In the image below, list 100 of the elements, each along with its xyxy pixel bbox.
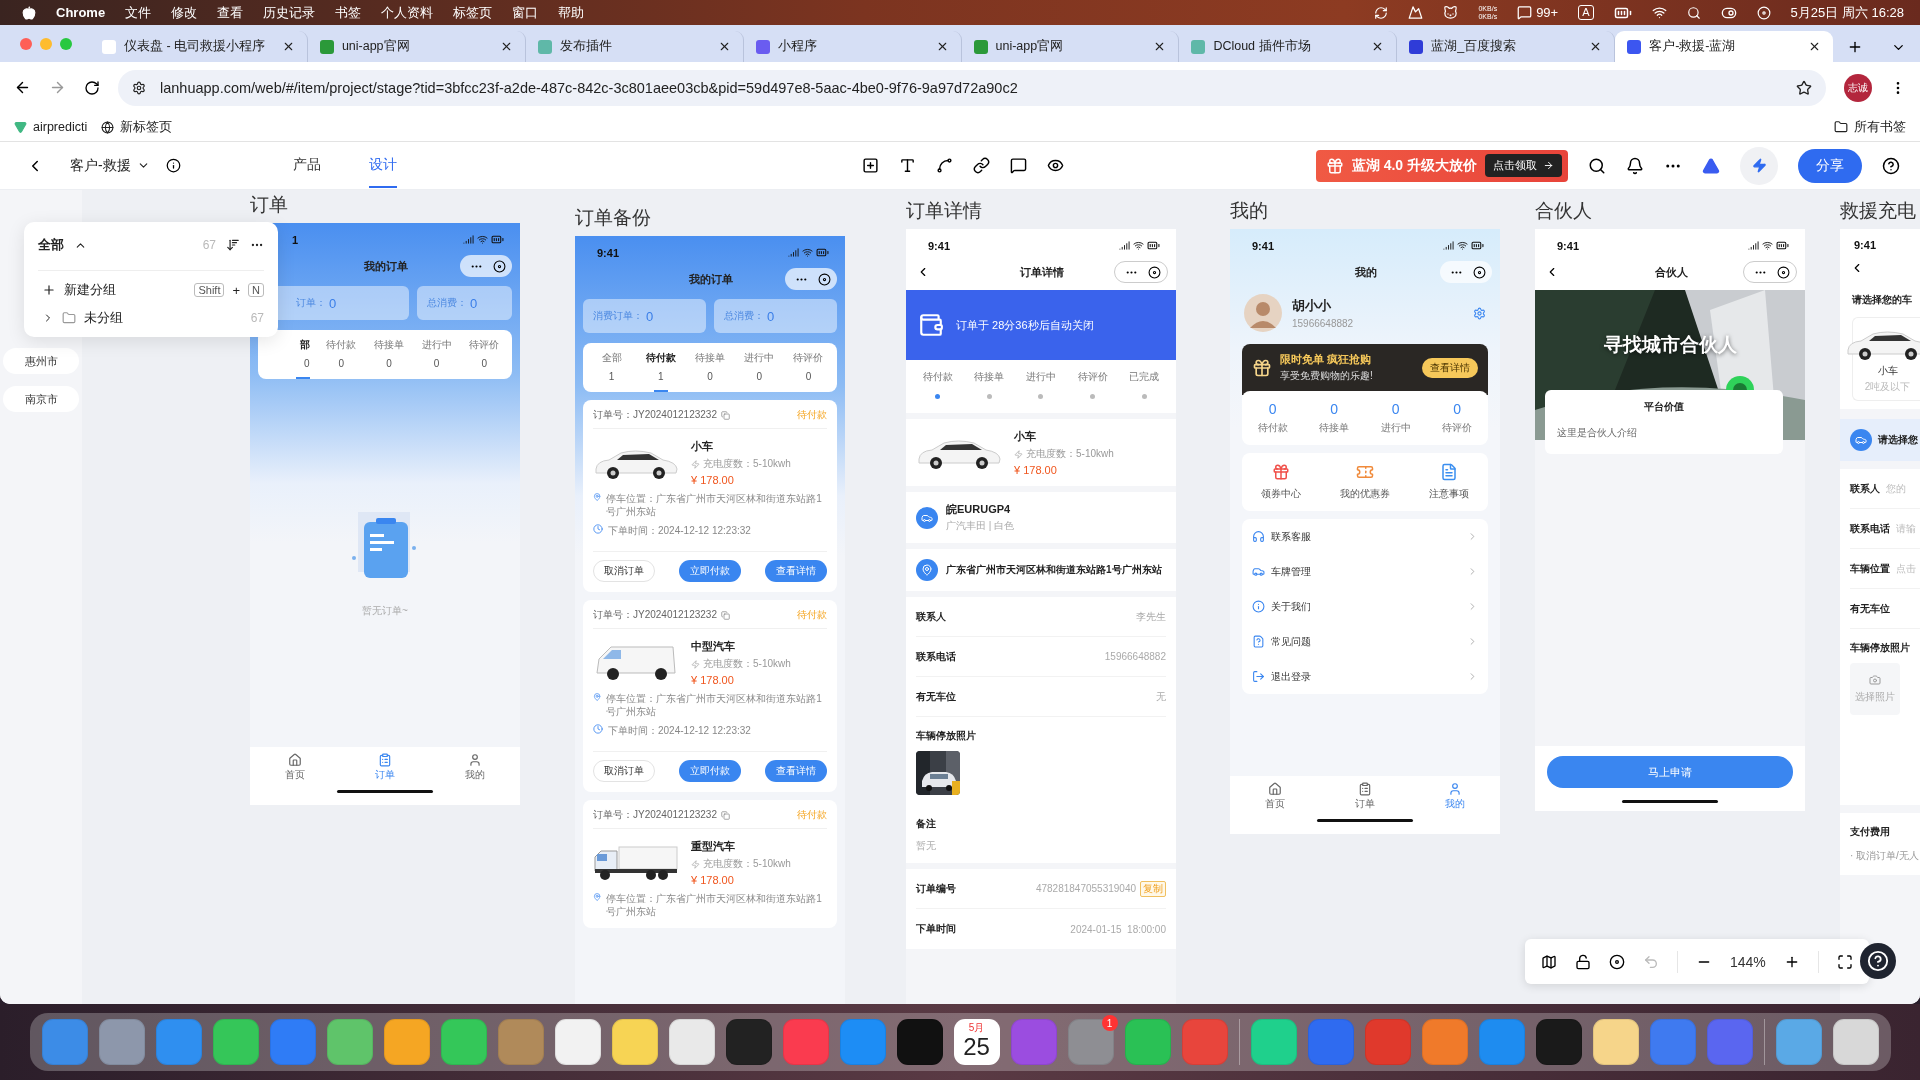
details-button[interactable]: 查看详情 xyxy=(1422,357,1478,378)
menu-item[interactable]: 修改 xyxy=(171,3,198,22)
capsule-menu[interactable] xyxy=(1440,261,1492,283)
back-icon[interactable] xyxy=(14,79,31,96)
order-action-button[interactable]: 取消订单 xyxy=(593,560,655,582)
order-action-button[interactable]: 立即付款 xyxy=(679,760,741,782)
menu-item[interactable]: 关于我们 xyxy=(1252,589,1478,624)
vehicle-select[interactable]: 请选择您 xyxy=(1840,419,1920,461)
app-icon[interactable] xyxy=(1832,1019,1879,1065)
menu-item[interactable]: 个人资料 xyxy=(381,3,434,22)
share-button[interactable]: 分享 xyxy=(1798,148,1862,183)
menu-item[interactable]: 常见问题 xyxy=(1252,624,1478,659)
unlock-icon[interactable] xyxy=(1575,953,1591,970)
apply-button[interactable]: 马上申请 xyxy=(1547,756,1793,788)
order-tab[interactable]: 待评价 0 xyxy=(783,351,833,392)
capsule-menu[interactable] xyxy=(785,268,837,290)
menu-item[interactable]: 退出登录 xyxy=(1252,659,1478,694)
input-field[interactable]: 请输 xyxy=(1896,523,1920,534)
artboard-title[interactable]: 我的 xyxy=(1230,199,1500,223)
menu-item[interactable]: 窗口 xyxy=(512,3,539,22)
help-icon[interactable] xyxy=(1882,156,1900,175)
new-group-item[interactable]: 新建分组 Shift + N xyxy=(38,271,264,299)
app-icon[interactable] xyxy=(725,1019,772,1065)
menu-item[interactable]: 文件 xyxy=(125,3,152,22)
sort-icon[interactable] xyxy=(226,238,240,252)
comment-icon[interactable] xyxy=(1010,157,1027,174)
calendar-icon[interactable]: 5月 25 xyxy=(953,1019,1000,1065)
search-icon[interactable] xyxy=(1588,156,1606,175)
city-chip[interactable]: 南京市 xyxy=(3,386,79,412)
menu-item[interactable]: 查看 xyxy=(217,3,244,22)
capsule-menu[interactable] xyxy=(1114,261,1168,283)
bookmark[interactable]: airpredicti xyxy=(14,120,88,134)
app-icon[interactable] xyxy=(554,1019,601,1065)
curve-tool-icon[interactable] xyxy=(936,157,953,174)
shortcut-item[interactable]: 注意事项 xyxy=(1428,463,1469,501)
app-icon[interactable] xyxy=(611,1019,658,1065)
new-tab-icon[interactable] xyxy=(1847,39,1863,55)
order-tab[interactable]: 待接单 0 xyxy=(365,338,413,379)
menu-item[interactable]: 历史记录 xyxy=(263,3,316,22)
browser-tab[interactable]: 客户-救援-蓝湖 xyxy=(1615,31,1833,62)
order-action-button[interactable]: 查看详情 xyxy=(765,560,827,582)
project-selector[interactable]: 客户-救援 xyxy=(70,156,150,175)
app-icon[interactable] xyxy=(1250,1019,1297,1065)
order-action-button[interactable]: 查看详情 xyxy=(765,760,827,782)
artboard-title[interactable]: 订单 xyxy=(250,193,520,217)
order-action-button[interactable]: 立即付款 xyxy=(679,560,741,582)
capsule-menu[interactable] xyxy=(1743,261,1797,283)
menu-item[interactable]: 联系客服 xyxy=(1252,519,1478,554)
app-icon[interactable] xyxy=(896,1019,943,1065)
tab-bar-item[interactable]: 我的 xyxy=(1445,782,1465,811)
order-action-button[interactable]: 取消订单 xyxy=(593,760,655,782)
notification-icon[interactable] xyxy=(1626,156,1644,175)
bookmark[interactable]: 新标签页 xyxy=(101,118,173,136)
text-tool-icon[interactable] xyxy=(899,157,916,174)
lightning-button[interactable] xyxy=(1740,146,1778,185)
preview-icon[interactable] xyxy=(1047,157,1064,174)
tab-bar-item[interactable]: 我的 xyxy=(465,753,485,782)
input-field[interactable]: 您的 xyxy=(1886,483,1914,494)
app-icon[interactable] xyxy=(1535,1019,1582,1065)
artboard-title[interactable]: 订单详情 xyxy=(906,199,1176,223)
menu-item[interactable]: Chrome xyxy=(56,5,106,20)
app-icon[interactable] xyxy=(1592,1019,1639,1065)
menu-item[interactable]: 书签 xyxy=(335,3,362,22)
city-chip[interactable]: 惠州市 xyxy=(3,348,79,374)
order-tab[interactable]: 待付款 0 xyxy=(317,338,366,379)
tab-bar-item[interactable]: 首页 xyxy=(1265,782,1285,811)
order-tab[interactable]: 待评价 0 xyxy=(460,338,508,379)
nav-tab[interactable]: 设计 xyxy=(368,143,397,188)
forward-icon[interactable] xyxy=(49,79,66,96)
all-bookmarks[interactable]: 所有书签 xyxy=(1834,118,1906,136)
close-icon[interactable] xyxy=(1808,40,1821,53)
link-icon[interactable] xyxy=(973,157,990,174)
shortcut-item[interactable]: 我的优惠券 xyxy=(1340,463,1390,501)
siri-icon[interactable] xyxy=(1756,5,1771,20)
menu-item[interactable]: 标签页 xyxy=(453,3,493,22)
apple-icon[interactable] xyxy=(22,5,36,20)
app-icon[interactable] xyxy=(383,1019,430,1065)
order-tab[interactable]: 进行中 0 xyxy=(734,351,784,392)
shortcut-item[interactable]: 领券中心 xyxy=(1261,463,1302,501)
order-tab[interactable]: 待付款 1 xyxy=(636,351,686,392)
profile-avatar[interactable]: 志诚 xyxy=(1844,73,1872,102)
artboard-title[interactable]: 合伙人 xyxy=(1535,199,1805,223)
app-icon[interactable] xyxy=(212,1019,259,1065)
capsule-menu[interactable] xyxy=(460,255,512,277)
fullscreen-icon[interactable] xyxy=(1836,953,1853,970)
app-icon[interactable] xyxy=(668,1019,715,1065)
tab-bar-item[interactable]: 订单 xyxy=(375,753,395,782)
order-tab[interactable]: 待接单 0 xyxy=(685,351,735,392)
tab-bar-item[interactable]: 订单 xyxy=(1355,782,1375,811)
add-icon[interactable] xyxy=(862,157,879,174)
record-icon[interactable] xyxy=(1609,953,1625,970)
settings-icon[interactable] xyxy=(1473,306,1486,320)
artboard-title[interactable]: 订单备份 xyxy=(575,206,845,230)
order-tab[interactable]: 进行中 0 xyxy=(412,338,461,379)
bookmark-star-icon[interactable] xyxy=(1796,79,1812,96)
map-icon[interactable] xyxy=(1541,953,1557,970)
reload-icon[interactable] xyxy=(84,79,100,96)
order-tab[interactable]: 部 0 xyxy=(262,338,318,379)
address-field[interactable]: lanhuapp.com/web/#/item/project/stage?tid=3bfcc23f-a2de-487c-842c-3c801aee03cb&pid=59d497e8-5aac-4be0-9f76-9a97d72a90c2 xyxy=(118,69,1826,106)
search-icon[interactable] xyxy=(1686,5,1701,20)
